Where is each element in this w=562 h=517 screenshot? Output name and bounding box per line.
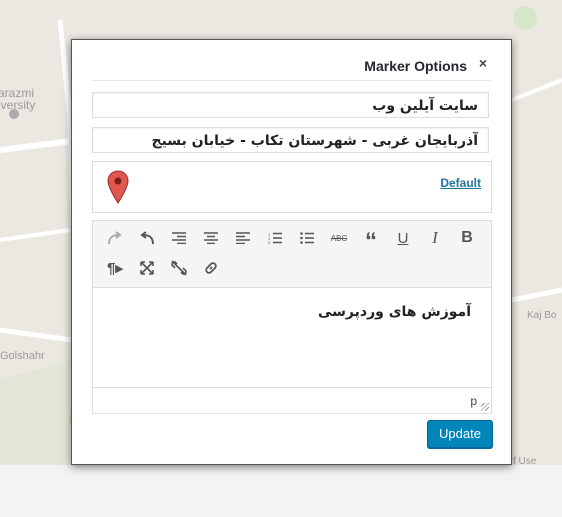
editor-paragraph: آموزش های وردپرسی — [317, 304, 471, 320]
italic-icon[interactable]: I — [423, 227, 447, 249]
svg-text:3: 3 — [268, 240, 271, 244]
align-right-icon[interactable] — [167, 227, 191, 249]
fullscreen-icon[interactable] — [135, 257, 159, 279]
paragraph-rtl-icon[interactable]: ¶▸ — [103, 257, 127, 279]
marker-title-field[interactable]: سایت آیلین وب — [92, 92, 489, 118]
numbered-list-icon[interactable]: 123 — [263, 227, 287, 249]
resize-handle-icon[interactable] — [481, 403, 489, 411]
editor-toolbar: 123 ABC “ U I B ¶▸ — [93, 221, 491, 288]
bold-icon[interactable]: B — [455, 227, 479, 249]
update-button[interactable]: Update — [427, 420, 493, 448]
map-label: f Use — [513, 456, 537, 465]
map-label: Kaj Bo — [527, 310, 557, 321]
dialog-title: Marker Options — [364, 58, 467, 74]
map-label: iversity — [0, 98, 36, 112]
marker-options-dialog: Marker Options × سایت آیلین وب آذربایجان… — [71, 39, 512, 465]
page-footer-area — [0, 465, 562, 517]
editor-statusbar: p — [93, 387, 491, 413]
rich-text-editor: 123 ABC “ U I B ¶▸ آموزش های وردپرسی p — [92, 220, 492, 414]
align-left-icon[interactable] — [231, 227, 255, 249]
strikethrough-icon[interactable]: ABC — [327, 227, 351, 249]
blockquote-icon[interactable]: “ — [359, 227, 383, 254]
element-path[interactable]: p — [470, 394, 477, 408]
marker-icon-selector[interactable]: Default — [92, 161, 492, 213]
close-icon[interactable]: × — [479, 55, 487, 71]
map-label: Golshahr — [0, 350, 45, 362]
align-center-icon[interactable] — [199, 227, 223, 249]
undo-icon[interactable] — [135, 227, 159, 249]
link-icon[interactable] — [199, 257, 223, 279]
editor-content-area[interactable]: آموزش های وردپرسی — [93, 288, 491, 388]
default-icon-link[interactable]: Default — [440, 176, 481, 190]
redo-icon[interactable] — [103, 227, 127, 249]
unlink-icon[interactable] — [167, 257, 191, 279]
dialog-header: Marker Options × — [92, 50, 491, 81]
underline-icon[interactable]: U — [391, 227, 415, 249]
marker-address-field[interactable]: آذربایجان غربی - شهرستان تکاب - خیابان ب… — [92, 127, 489, 153]
bullet-list-icon[interactable] — [295, 227, 319, 249]
map-pin-icon — [107, 170, 129, 204]
